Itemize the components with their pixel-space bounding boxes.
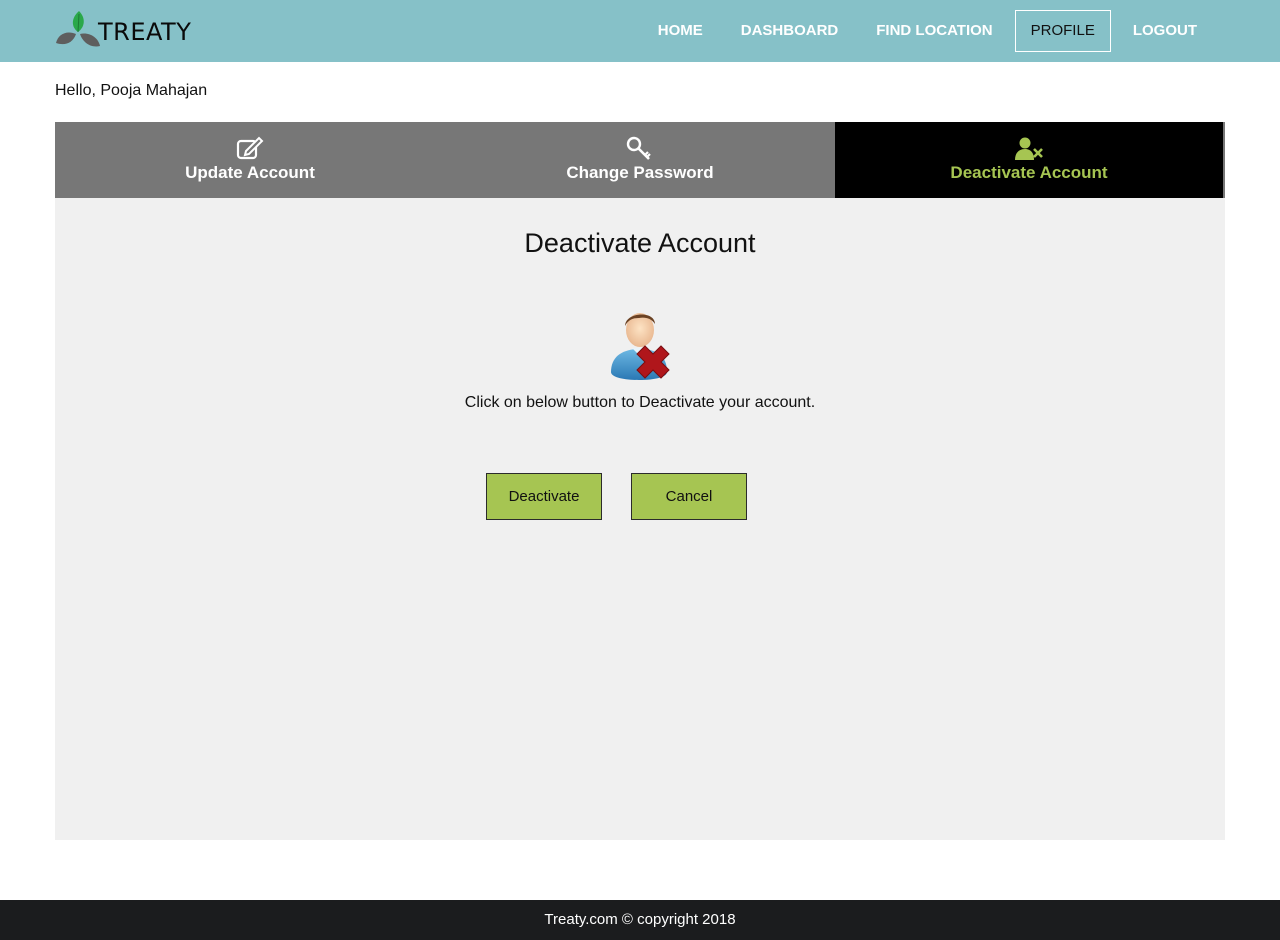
top-navbar: TREATY HOME DASHBOARD FIND LOCATION PROF… <box>0 0 1280 62</box>
panel-title: Deactivate Account <box>524 228 756 258</box>
footer: Treaty.com © copyright 2018 <box>0 900 1280 940</box>
tab-deactivate-account[interactable]: Deactivate Account <box>835 122 1225 198</box>
tab-update-account[interactable]: Update Account <box>55 122 445 198</box>
deactivate-panel: Deactivate Account Click on below button… <box>55 198 1225 840</box>
greeting-text: Hello, Pooja Mahajan <box>55 82 208 99</box>
instruction-text: Click on below button to Deactivate your… <box>464 394 816 411</box>
tab-deactivate-account-label: Deactivate Account <box>950 163 1108 182</box>
tab-update-account-label: Update Account <box>185 163 315 182</box>
edit-icon <box>236 136 264 160</box>
deactivate-button[interactable]: Deactivate <box>486 473 602 520</box>
nav-dashboard-link[interactable]: DASHBOARD <box>722 10 858 52</box>
tab-change-password-label: Change Password <box>566 163 714 182</box>
main-nav: HOME DASHBOARD FIND LOCATION PROFILE LOG… <box>639 10 1216 52</box>
nav-home-link[interactable]: HOME <box>639 10 722 52</box>
user-remove-icon <box>1015 137 1043 160</box>
brand-name: TREATY <box>98 18 192 46</box>
brand[interactable]: TREATY <box>55 10 191 52</box>
three-leaf-logo-icon <box>56 11 100 47</box>
tab-change-password[interactable]: Change Password <box>445 122 835 198</box>
nav-logout-link[interactable]: LOGOUT <box>1114 10 1216 52</box>
footer-copyright: Treaty.com © copyright 2018 <box>544 911 736 928</box>
user-deactivate-illustration-icon <box>611 313 670 380</box>
key-icon <box>626 136 651 160</box>
account-tabs: Update Account Change Password Deactivat… <box>55 122 1225 198</box>
nav-profile-link[interactable]: PROFILE <box>1014 10 1111 52</box>
cancel-button[interactable]: Cancel <box>631 473 747 520</box>
nav-find-location-link[interactable]: FIND LOCATION <box>857 10 1011 52</box>
